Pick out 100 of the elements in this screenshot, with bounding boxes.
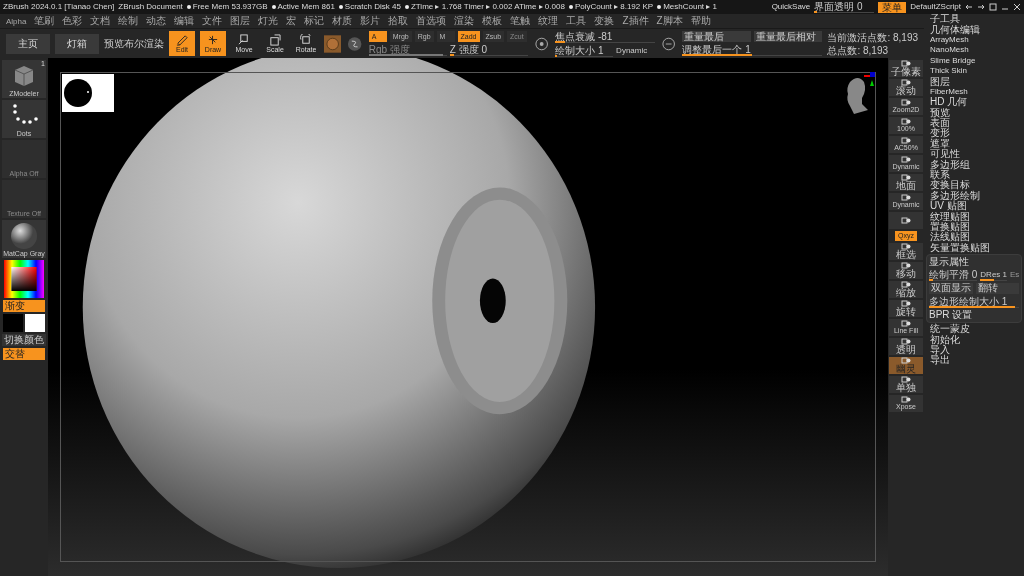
- menu-item[interactable]: 绘制: [118, 14, 139, 28]
- dynamic-toggle[interactable]: Dynamic: [616, 45, 648, 56]
- menu-item[interactable]: 矢量置换贴图: [926, 242, 1022, 253]
- menu-item[interactable]: FiberMesh: [926, 86, 1022, 98]
- status-text: ZTime ▸ 1.768 Timer ▸ 0.002 ATime ▸ 0.008: [410, 2, 565, 12]
- menu-item[interactable]: 笔触: [510, 14, 531, 28]
- dot-icon: [657, 5, 662, 9]
- close-icon[interactable]: [1013, 3, 1021, 11]
- menu-item[interactable]: 多边形绘制: [926, 190, 1022, 202]
- status-text: Free Mem 53.937GB: [192, 2, 268, 12]
- menu-item[interactable]: 文档: [90, 14, 111, 28]
- flip-button[interactable]: 翻转: [976, 283, 1019, 294]
- home-button[interactable]: 主页: [6, 33, 50, 54]
- menu-item[interactable]: 预览: [926, 107, 1022, 118]
- menu-item[interactable]: 宏: [286, 14, 297, 28]
- menu-item[interactable]: 可见性: [926, 149, 1022, 160]
- view-button[interactable]: 框选: [889, 243, 923, 260]
- slider[interactable]: DRes 1: [980, 269, 1008, 281]
- menu-item[interactable]: Alpha: [6, 16, 27, 26]
- view-button[interactable]: 滚动: [889, 79, 923, 96]
- slider[interactable]: 调整最后一个 1: [682, 44, 823, 56]
- view-button[interactable]: 旋转: [889, 300, 923, 317]
- weld-last-button[interactable]: 重量最后: [682, 31, 751, 42]
- menu-item[interactable]: UV 贴图: [926, 201, 1022, 212]
- menu-item[interactable]: 纹理: [538, 14, 559, 28]
- menu-item[interactable]: 模板: [482, 14, 503, 28]
- rotate-square-icon: [300, 33, 313, 46]
- menu-item[interactable]: Slime Bridge: [926, 55, 1022, 66]
- menu-item[interactable]: 渲染: [454, 14, 475, 28]
- quicksave-button[interactable]: QuickSave: [771, 2, 811, 12]
- menu-item[interactable]: ArrayMesh: [926, 34, 1022, 46]
- view-button[interactable]: 地面: [889, 174, 923, 191]
- main-color-swatch[interactable]: [3, 314, 23, 332]
- menu-item[interactable]: 遮罩: [926, 138, 1022, 150]
- weld-last-relative-button[interactable]: 重量最后相对: [753, 31, 823, 42]
- menu-item[interactable]: 导入: [926, 344, 1022, 356]
- menu-item[interactable]: 导出: [926, 355, 1022, 366]
- dot-icon: [338, 5, 343, 9]
- menu-item[interactable]: 文件: [202, 14, 223, 28]
- menu-item[interactable]: 编辑: [174, 14, 195, 28]
- menu-item[interactable]: 纹理贴图: [926, 211, 1022, 222]
- preview-label[interactable]: 预览布尔渲染: [104, 38, 164, 49]
- view-button[interactable]: [889, 212, 923, 229]
- material-sphere-icon[interactable]: [324, 34, 342, 53]
- menu-item[interactable]: 置换贴图: [926, 221, 1022, 233]
- slider[interactable]: 绘制平滑 0: [929, 269, 978, 281]
- color-picker[interactable]: [4, 260, 44, 298]
- panel-title[interactable]: 显示属性: [929, 257, 1019, 267]
- stroke-icon[interactable]: [346, 34, 364, 53]
- menu-item[interactable]: Thick Skin: [926, 65, 1022, 77]
- menu-item[interactable]: 帮助: [690, 14, 711, 28]
- lightbox-button[interactable]: 灯箱: [55, 33, 99, 54]
- redo-icon[interactable]: [977, 3, 985, 11]
- view-button[interactable]: 子像素: [889, 60, 923, 77]
- menus-button[interactable]: 菜单: [878, 1, 907, 13]
- view-button[interactable]: 移动: [889, 262, 923, 279]
- menu-item[interactable]: 法线贴图: [926, 232, 1022, 243]
- es-label[interactable]: Es: [1010, 269, 1020, 281]
- menu-item[interactable]: 变换: [594, 14, 615, 28]
- menu-item[interactable]: 动态: [146, 14, 167, 28]
- document-title: ZBrush Document: [118, 2, 183, 12]
- menu-item[interactable]: 变换目标: [926, 180, 1022, 191]
- menu-item[interactable]: 多边形组: [926, 159, 1022, 170]
- menu-item[interactable]: 首选项: [416, 14, 447, 28]
- menu-item[interactable]: 色彩: [62, 14, 83, 28]
- menu-item[interactable]: 笔刷: [34, 14, 55, 28]
- undo-icon[interactable]: [965, 3, 973, 11]
- gradient-button[interactable]: 渐变: [3, 300, 45, 312]
- menu-item[interactable]: 变形: [926, 128, 1022, 139]
- double-sided-button[interactable]: 双面显示: [929, 283, 973, 294]
- menu-item[interactable]: HD 几何: [926, 97, 1022, 108]
- menu-item[interactable]: 子工具: [926, 14, 1022, 25]
- menu-item[interactable]: 图层: [926, 76, 1022, 87]
- bpr-settings-item[interactable]: BPR 设置: [929, 310, 1019, 320]
- slider[interactable]: 焦点衰减 -81: [555, 30, 656, 43]
- menu-item[interactable]: 工具: [566, 14, 587, 28]
- slider[interactable]: 多边形绘制大小 1: [929, 296, 1019, 308]
- menu-item[interactable]: 图层: [230, 14, 251, 28]
- view-button[interactable]: 单独: [889, 376, 923, 393]
- menu-item[interactable]: 灯光: [258, 14, 279, 28]
- slider[interactable]: Z 强度 0: [449, 44, 528, 56]
- menu-item[interactable]: Z脚本: [656, 14, 683, 28]
- menu-item[interactable]: 拾取: [388, 14, 409, 28]
- menu-item[interactable]: Z插件: [622, 14, 649, 28]
- menu-item[interactable]: 初始化: [926, 334, 1022, 345]
- view-button[interactable]: 缩放: [889, 281, 923, 298]
- switch-color-button[interactable]: 切换颜色: [2, 334, 46, 346]
- menu-item[interactable]: 材质: [332, 14, 353, 28]
- menu-item[interactable]: 统一蒙皮: [926, 324, 1022, 335]
- slider[interactable]: 绘制大小 1: [555, 44, 614, 57]
- cross-arrows-icon: [207, 33, 219, 46]
- secondary-color-swatch[interactable]: [25, 314, 45, 332]
- layout-icon[interactable]: [989, 3, 997, 11]
- slider[interactable]: 界面透明 0: [814, 1, 875, 13]
- menu-item[interactable]: 影片: [360, 14, 381, 28]
- view-button[interactable]: 透明: [889, 338, 923, 355]
- menu-item[interactable]: 标记: [304, 14, 325, 28]
- alternate-button[interactable]: 交替: [3, 348, 45, 360]
- menu-item[interactable]: 几何体编辑: [926, 24, 1022, 35]
- menu-item[interactable]: NanoMesh: [926, 45, 1022, 56]
